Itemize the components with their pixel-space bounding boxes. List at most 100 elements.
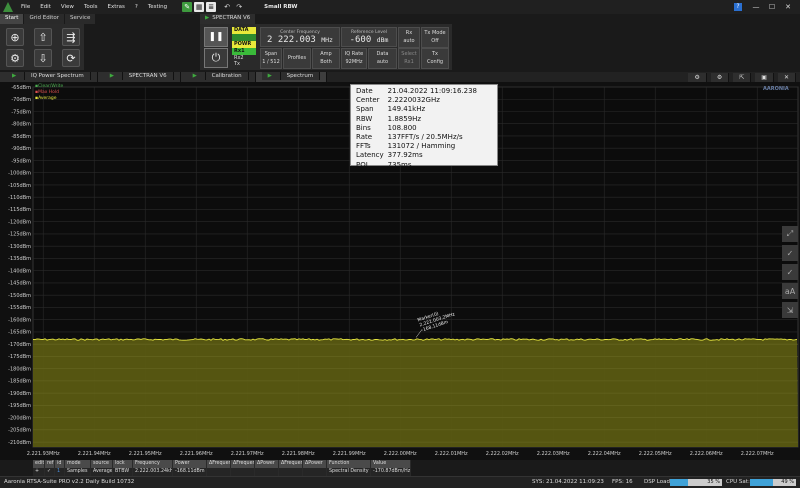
minimize-icon[interactable]: —: [748, 3, 764, 11]
spectran-tab[interactable]: ▶ SPECTRAN V6: [200, 14, 256, 24]
tab-spectrum-label: Spectrum: [280, 72, 321, 80]
menu-help[interactable]: ?: [130, 4, 143, 10]
table-cell[interactable]: +: [33, 468, 45, 476]
column-header[interactable]: mode: [65, 460, 91, 468]
tx-mode-button[interactable]: Tx Mode Off: [421, 27, 449, 48]
redo-icon[interactable]: ↷: [234, 2, 244, 12]
trace-legend: ▪Clear/Write ▪Max Hold ▪Average: [35, 84, 63, 102]
upload-icon[interactable]: ⇧: [34, 28, 52, 46]
close-icon[interactable]: ✕: [780, 3, 796, 11]
amp-button[interactable]: Amp Both: [312, 48, 340, 69]
help-icon[interactable]: ?: [734, 3, 742, 11]
tab-calibration[interactable]: ▶ Calibration: [180, 72, 256, 82]
menu-edit[interactable]: Edit: [35, 4, 56, 10]
power-button[interactable]: ⏻: [204, 48, 228, 68]
refresh-icon[interactable]: ⟳: [62, 49, 80, 67]
settings-icon[interactable]: ⚙: [710, 72, 730, 82]
ribbon-tabs: Start Grid Editor Service: [0, 14, 97, 24]
gear-icon[interactable]: ⚙: [688, 72, 707, 82]
export-icon[interactable]: ⇶: [62, 28, 80, 46]
info-key: FFTs: [356, 142, 371, 151]
x-tick-label: 2.221.95MHz: [129, 451, 162, 457]
y-tick-label: -170dBm: [8, 342, 31, 348]
tab-spectrum[interactable]: ▶ Spectrum: [255, 72, 328, 82]
column-header[interactable]: id: [55, 460, 65, 468]
select-button[interactable]: Select Rx1: [398, 48, 420, 69]
data-button[interactable]: Data auto: [368, 48, 397, 69]
version-text: Aaronia RTSA-Suite PRO v2.2 Daily Build …: [4, 479, 135, 485]
check-icon[interactable]: ✓: [782, 264, 798, 280]
menu-view[interactable]: View: [56, 4, 79, 10]
column-header[interactable]: ref: [45, 460, 55, 468]
tab-grid-editor[interactable]: Grid Editor: [24, 14, 66, 24]
info-value: 131072 / Hamming: [387, 142, 456, 151]
play-icon: ▶: [6, 72, 25, 80]
menu-tools[interactable]: Tools: [79, 4, 103, 10]
collapse-icon[interactable]: ▣: [755, 72, 774, 82]
amp-value: Both: [320, 58, 332, 65]
info-row: RBW 1.8859Hz: [354, 115, 479, 124]
profiles-button[interactable]: Profiles: [283, 48, 311, 69]
download-icon[interactable]: ⇩: [34, 49, 52, 67]
column-header[interactable]: ΔPower: [303, 460, 327, 468]
column-header[interactable]: ΔFrequency: [231, 460, 255, 468]
table-cell: [279, 468, 303, 476]
pencil-icon[interactable]: ✎: [182, 2, 193, 12]
iq-rate-button[interactable]: IQ Rate 92MHz: [341, 48, 367, 69]
reference-level-field[interactable]: Reference Level -600 dBm: [341, 27, 397, 47]
data-value: auto: [376, 58, 389, 65]
app-window: File Edit View Tools Extras ? Testing ✎ …: [0, 0, 800, 488]
span-button[interactable]: Span 1 / 512: [260, 48, 282, 69]
column-header[interactable]: ΔFrequency: [207, 460, 231, 468]
tx-mode-value: Off: [431, 37, 439, 44]
tx-config-button[interactable]: Tx Config: [421, 48, 449, 69]
info-value: 735ms: [387, 160, 412, 169]
tab-spectran-v6[interactable]: ▶ SPECTRAN V6: [97, 72, 181, 82]
rx-button[interactable]: Rx auto: [398, 27, 420, 48]
check-icon[interactable]: ✓: [782, 245, 798, 261]
center-frequency-field[interactable]: Center Frequency 2 222.003 MHz: [260, 27, 340, 47]
maximize-icon[interactable]: ☐: [764, 3, 780, 11]
grid-icon[interactable]: ▦: [194, 2, 205, 12]
column-header[interactable]: Function: [327, 460, 371, 468]
expand-icon[interactable]: ⤢: [782, 226, 798, 242]
y-tick-label: -175dBm: [8, 354, 31, 360]
undo-icon[interactable]: ↶: [222, 2, 232, 12]
pause-icon: ❚❚: [208, 32, 224, 42]
info-overlay: Date 21.04.2022 11:09:16.238 Center 2.2220…: [350, 84, 498, 169]
side-buttons: ⤢ ✓ ✓ aA ⇲: [782, 226, 798, 321]
table-row[interactable]: + ✓ 1 Samples Average BTBW 2.222.003.24kHz -168…: [33, 468, 411, 476]
info-row: FFTs 131072 / Hamming: [354, 142, 479, 151]
x-tick-label: 2.222.04MHz: [588, 451, 621, 457]
menu-testing[interactable]: Testing: [143, 4, 172, 10]
y-tick-label: -70dBm: [11, 97, 31, 103]
tab-service[interactable]: Service: [65, 14, 97, 24]
pause-button[interactable]: ❚❚: [204, 27, 228, 47]
column-header[interactable]: edit: [33, 460, 45, 468]
tab-start[interactable]: Start: [0, 14, 25, 24]
settings-icon[interactable]: ⚙: [6, 49, 24, 67]
column-header[interactable]: ΔPower: [255, 460, 279, 468]
add-icon[interactable]: ⊕: [6, 28, 24, 46]
undock-icon[interactable]: ⇱: [733, 72, 752, 82]
table-cell[interactable]: ✓: [45, 468, 55, 476]
main-toolbar: ⊕ ⇧ ⇶ ⚙ ⇩ ⟳: [0, 24, 84, 70]
column-header[interactable]: ΔFrequency: [279, 460, 303, 468]
close-icon[interactable]: ✕: [777, 72, 796, 82]
table-cell: 2.222.003.24kHz: [133, 468, 173, 476]
tab-iq-power-spectrum[interactable]: ▶ IQ Power Spectrum: [0, 72, 98, 82]
column-header[interactable]: Value: [371, 460, 411, 468]
text-size-icon[interactable]: aA: [782, 283, 798, 299]
column-header[interactable]: Power: [173, 460, 207, 468]
menu-extras[interactable]: Extras: [103, 4, 130, 10]
list-icon[interactable]: ≣: [206, 2, 217, 12]
menu-file[interactable]: File: [16, 4, 35, 10]
marker-table-header: edit ref id mode source lock Frequency Power ΔFr…: [33, 460, 411, 468]
resize-icon[interactable]: ⇲: [782, 302, 798, 318]
column-header[interactable]: Frequency: [133, 460, 173, 468]
column-header[interactable]: source: [91, 460, 113, 468]
legend-item[interactable]: ▪Average: [35, 96, 63, 102]
info-row: POI 735ms: [354, 161, 479, 170]
x-tick-label: 2.222.05MHz: [639, 451, 672, 457]
column-header[interactable]: lock: [113, 460, 133, 468]
